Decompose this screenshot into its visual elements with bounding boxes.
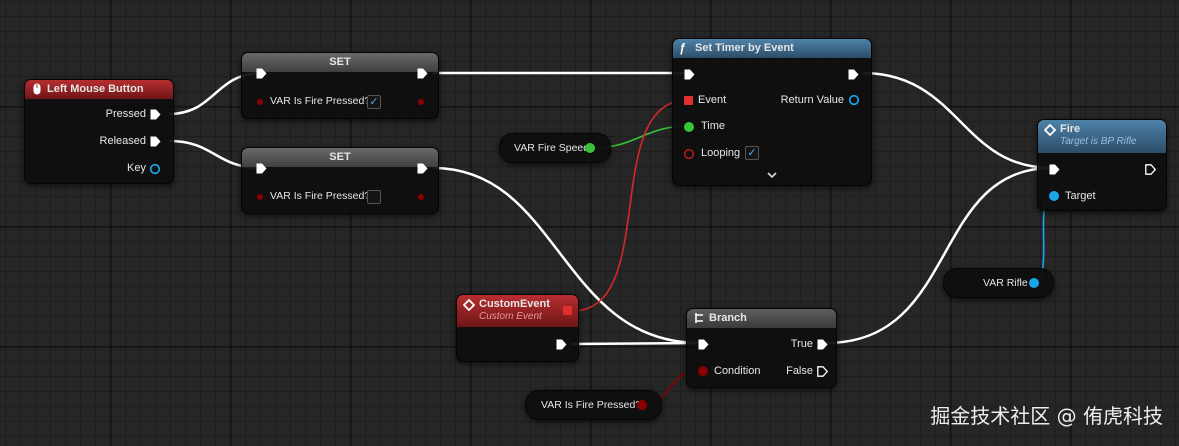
exec-in-pin[interactable]: [698, 339, 709, 350]
custom-event-node[interactable]: CustomEvent Custom Event: [456, 294, 579, 362]
pin-label-time: Time: [701, 120, 726, 132]
exec-in-pin[interactable]: [256, 68, 267, 79]
var-is-fire-pressed-node[interactable]: VAR Is Fire Pressed?: [525, 390, 662, 420]
wire-exec-branch-true-to-fire: [825, 166, 1053, 345]
node-title: SET: [329, 56, 351, 68]
var-label: VAR Rifle: [983, 277, 1028, 289]
pin-label-false: False: [786, 365, 813, 377]
pin-label-condition: Condition: [714, 365, 761, 377]
exec-out-pin[interactable]: [417, 68, 428, 79]
exec-pin-pressed[interactable]: [150, 109, 161, 120]
event-diamond-icon: [463, 299, 475, 311]
function-icon: ƒ: [679, 41, 686, 55]
is-fire-pressed-checkbox[interactable]: [367, 190, 381, 204]
wire-layer: [168, 71, 1053, 406]
left-mouse-button-node[interactable]: Left Mouse Button Pressed Released Key: [24, 79, 174, 184]
set-node-pressed[interactable]: SET VAR Is Fire Pressed? ✓: [241, 52, 439, 119]
wire-exec-customevent-to-branch: [570, 341, 701, 346]
delegate-out-pin[interactable]: [563, 306, 572, 315]
bool-condition-pin[interactable]: [697, 365, 709, 377]
chevron-down-icon[interactable]: [767, 172, 777, 179]
var-rifle-node[interactable]: VAR Rifle: [943, 268, 1054, 298]
object-out-pin[interactable]: [1028, 277, 1040, 289]
wire-delegate-customevent-to-event: [571, 99, 689, 312]
bool-out-pin[interactable]: [417, 193, 425, 201]
pin-label-pressed: Pressed: [105, 108, 146, 120]
exec-in-pin[interactable]: [256, 163, 267, 174]
node-title: SET: [329, 151, 351, 163]
pin-label-target: Target: [1065, 190, 1096, 202]
node-title: Left Mouse Button: [47, 83, 144, 95]
bool-out-pin[interactable]: [417, 98, 425, 106]
pin-label-released: Released: [99, 135, 146, 147]
set-timer-by-event-node[interactable]: ƒ Set Timer by Event Event Return Value …: [672, 38, 872, 186]
wire-exec-timer-to-fire: [861, 71, 1053, 170]
node-title: Set Timer by Event: [695, 42, 794, 54]
bool-in-pin[interactable]: [256, 193, 264, 201]
var-label: VAR Is Fire Pressed?: [541, 399, 642, 411]
exec-in-pin[interactable]: [684, 69, 695, 80]
node-header: Branch: [687, 309, 836, 328]
var-label: VAR Fire Speed: [514, 142, 590, 154]
float-time-pin[interactable]: [683, 121, 695, 133]
branch-icon: [695, 313, 703, 323]
var-label: VAR Is Fire Pressed?: [270, 190, 371, 202]
node-header: CustomEvent Custom Event: [457, 295, 578, 327]
exec-out-pin-empty[interactable]: [1145, 164, 1156, 175]
mouse-icon: [33, 83, 41, 95]
node-title: Branch: [709, 312, 747, 324]
set-node-released[interactable]: SET VAR Is Fire Pressed?: [241, 147, 439, 214]
node-header: Fire Target is BP Rifle: [1038, 120, 1166, 153]
branch-node[interactable]: Branch True Condition False: [686, 308, 837, 388]
node-header: SET: [242, 53, 438, 72]
return-value-pin[interactable]: [848, 94, 860, 106]
node-header: Left Mouse Button: [25, 80, 173, 99]
fire-function-node[interactable]: Fire Target is BP Rifle Target: [1037, 119, 1167, 211]
delegate-event-pin[interactable]: [684, 96, 693, 105]
float-out-pin[interactable]: [584, 142, 596, 154]
exec-out-pin[interactable]: [848, 69, 859, 80]
looping-checkbox[interactable]: ✓: [745, 146, 759, 160]
exec-false-pin[interactable]: [817, 366, 828, 377]
bool-in-pin[interactable]: [256, 98, 264, 106]
pin-label-key: Key: [127, 162, 146, 174]
node-header: ƒ Set Timer by Event: [673, 39, 871, 58]
node-title: Fire: [1060, 123, 1081, 135]
var-label: VAR Is Fire Pressed?: [270, 95, 371, 107]
exec-out-pin[interactable]: [556, 339, 567, 350]
bool-looping-pin[interactable]: [683, 148, 695, 160]
is-fire-pressed-checkbox[interactable]: ✓: [367, 95, 381, 109]
pin-label-looping: Looping: [701, 147, 741, 159]
node-header: SET: [242, 148, 438, 167]
exec-in-pin[interactable]: [1049, 164, 1060, 175]
bool-out-pin[interactable]: [636, 399, 648, 411]
event-diamond-icon: [1044, 124, 1056, 136]
node-subtitle: Target is BP Rifle: [1060, 136, 1137, 147]
target-pin[interactable]: [1048, 190, 1060, 202]
pin-label-return-value: Return Value: [780, 94, 844, 106]
pin-label-true: True: [790, 338, 813, 350]
watermark: 掘金技术社区 @ 侑虎科技: [930, 404, 1163, 428]
exec-out-pin[interactable]: [417, 163, 428, 174]
exec-true-pin[interactable]: [817, 339, 828, 350]
pin-label-event: Event: [698, 94, 727, 106]
key-pin[interactable]: [149, 163, 161, 175]
exec-pin-released[interactable]: [150, 136, 161, 147]
var-fire-speed-node[interactable]: VAR Fire Speed: [499, 133, 611, 163]
